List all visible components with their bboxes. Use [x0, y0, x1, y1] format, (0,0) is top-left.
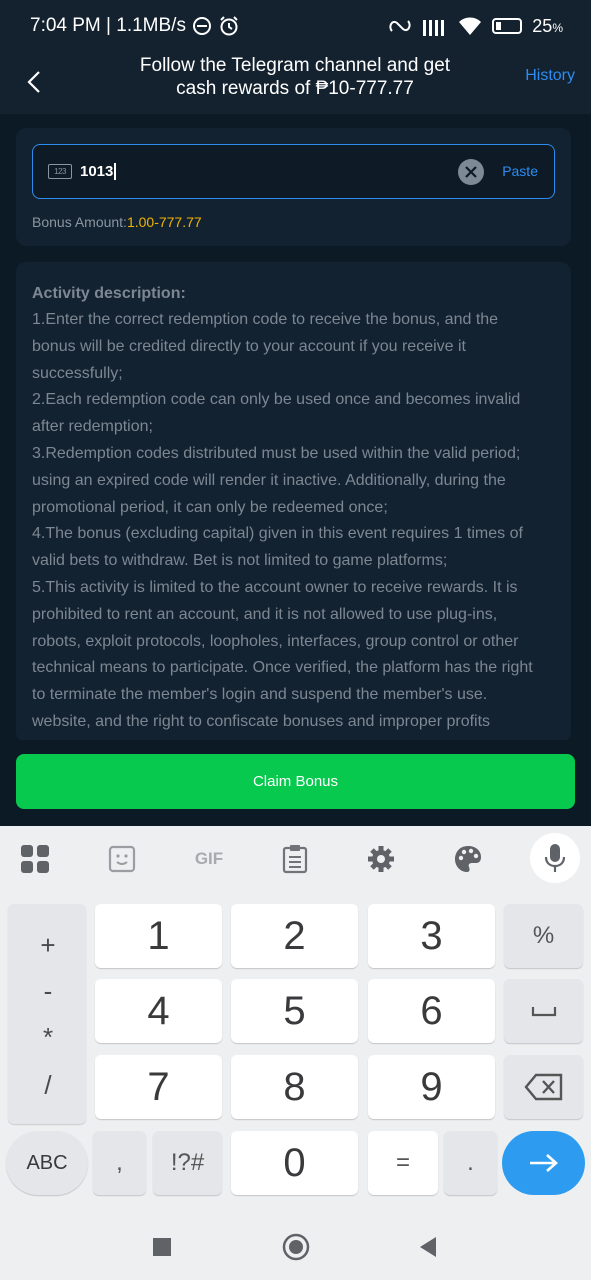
back-nav-button[interactable] — [413, 1232, 443, 1262]
description-line: successfully; — [32, 364, 123, 382]
bonus-amount-value: 1.00-777.77 — [126, 214, 202, 230]
microphone-icon — [544, 844, 566, 872]
header: Follow the Telegram channel and get cash… — [0, 52, 591, 114]
description-line: robots, exploit protocols, loopholes, in… — [32, 632, 519, 650]
settings-gear-icon[interactable] — [361, 839, 401, 879]
description-line: 5.This activity is limited to the accoun… — [32, 578, 518, 596]
paste-button[interactable]: Paste — [502, 163, 538, 179]
description-line: 3.Redemption codes distributed must be u… — [32, 444, 521, 462]
clipboard-icon[interactable] — [275, 839, 315, 879]
wifi-icon — [458, 16, 482, 36]
triangle-back-icon — [420, 1237, 436, 1257]
apps-grid-icon[interactable] — [15, 839, 55, 879]
key-2[interactable]: 2 — [231, 904, 358, 968]
arrow-right-icon — [529, 1154, 558, 1172]
description-title: Activity description: — [32, 285, 186, 302]
description-line: 1.Enter the correct redemption code to r… — [32, 311, 499, 328]
key-5[interactable]: 5 — [231, 979, 358, 1043]
space-key[interactable] — [504, 979, 583, 1043]
history-link[interactable]: History — [525, 67, 575, 85]
key-6[interactable]: 6 — [368, 979, 495, 1043]
redeem-code-value[interactable]: 1013 — [80, 163, 116, 181]
backspace-icon — [523, 1073, 562, 1101]
system-nav-bar — [0, 1212, 591, 1280]
symbols-key[interactable]: !?# — [153, 1131, 222, 1195]
enter-key[interactable] — [502, 1131, 585, 1195]
divide-key[interactable]: / — [36, 1070, 60, 1101]
period-key[interactable]: . — [444, 1131, 497, 1195]
description-line: 4.The bonus (excluding capital) given in… — [32, 525, 523, 543]
description-line: bonus will be credited directly to your … — [32, 337, 466, 355]
key-3[interactable]: 3 — [368, 904, 495, 968]
page-title-line2: cash rewards of ₱10-777.77 — [176, 78, 414, 99]
sticker-icon[interactable] — [102, 839, 142, 879]
key-9[interactable]: 9 — [368, 1055, 495, 1119]
plus-key[interactable]: + — [36, 930, 60, 961]
redeem-code-input[interactable]: 123 1013 Paste — [32, 144, 555, 199]
key-1[interactable]: 1 — [95, 904, 222, 968]
description-line: promotional period, it can only be redee… — [32, 498, 388, 516]
status-right: 25% — [388, 16, 563, 37]
claim-bonus-button[interactable]: Claim Bonus — [16, 754, 575, 809]
comma-key[interactable]: , — [93, 1131, 146, 1195]
redeem-code-card: 123 1013 Paste Bonus Amount:1.00-777.77 — [16, 128, 571, 246]
bonus-amount: Bonus Amount:1.00-777.77 — [32, 214, 202, 230]
key-8[interactable]: 8 — [231, 1055, 358, 1119]
battery-level: 25% — [532, 15, 563, 36]
bonus-amount-label: Bonus Amount: — [32, 214, 127, 230]
page-title: Follow the Telegram channel and get cash… — [110, 54, 480, 100]
abc-key[interactable]: ABC — [6, 1131, 88, 1195]
alarm-icon — [218, 15, 240, 37]
description-line: technical means to participate. Once ver… — [32, 659, 533, 677]
text-caret — [114, 163, 116, 181]
link-icon — [388, 17, 412, 35]
signal-icon — [422, 16, 448, 36]
status-bar: 7:04 PM | 1.1MB/s 25% — [0, 0, 591, 52]
dnd-icon — [192, 16, 212, 36]
description-line: website, and the right to confiscate bon… — [32, 712, 491, 730]
key-0[interactable]: 0 — [231, 1131, 358, 1195]
activity-description: Activity description: 1.Enter the correc… — [16, 262, 571, 742]
percent-key[interactable]: % — [504, 904, 583, 968]
square-icon — [153, 1238, 171, 1256]
clear-input-button[interactable] — [458, 159, 484, 185]
key-4[interactable]: 4 — [95, 979, 222, 1043]
minus-key[interactable]: - — [36, 976, 60, 1007]
theme-palette-icon[interactable] — [448, 839, 488, 879]
description-line: to terminate the member's login and susp… — [32, 686, 488, 704]
back-button[interactable] — [14, 62, 54, 102]
description-line: 2.Each redemption code can only be used … — [32, 391, 521, 409]
home-button[interactable] — [281, 1232, 311, 1262]
backspace-key[interactable] — [504, 1055, 583, 1119]
chevron-left-icon — [27, 71, 40, 93]
description-line: after redemption; — [32, 418, 153, 436]
description-line: valid bets to withdraw. Bet is not limit… — [32, 552, 448, 570]
status-time: 7:04 PM | 1.1MB/s — [30, 15, 186, 36]
claim-area: Claim Bonus — [0, 740, 591, 826]
key-7[interactable]: 7 — [95, 1055, 222, 1119]
battery-icon — [492, 18, 523, 34]
close-icon — [465, 166, 477, 178]
code-number-icon: 123 — [48, 164, 72, 179]
multiply-key[interactable]: * — [36, 1022, 60, 1053]
description-line: using an expired code will render it ina… — [32, 471, 506, 489]
gif-icon[interactable]: GIF — [188, 839, 230, 879]
status-left: 7:04 PM | 1.1MB/s — [30, 15, 240, 37]
description-line: prohibited to rent an account, and it is… — [32, 605, 498, 623]
recents-button[interactable] — [147, 1232, 177, 1262]
microphone-button[interactable] — [530, 833, 580, 883]
keyboard-toolbar: GIF — [0, 826, 591, 890]
equals-key[interactable]: = — [368, 1131, 438, 1195]
space-bar-icon — [531, 1007, 556, 1017]
home-circle-icon — [282, 1233, 310, 1261]
page-title-line1: Follow the Telegram channel and get — [139, 55, 451, 76]
